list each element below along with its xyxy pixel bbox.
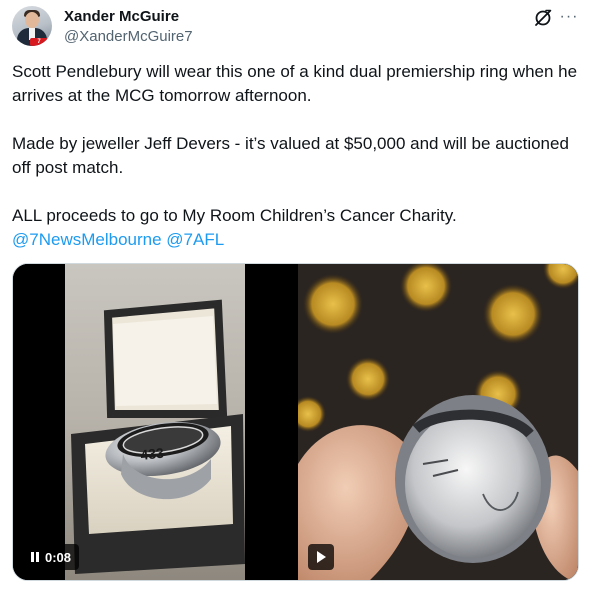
more-icon[interactable]: ··· [559,8,579,28]
tweet-paragraph-3: ALL proceeds to go to My Room Children’s… [12,206,457,225]
grok-icon[interactable] [533,8,553,28]
tweet-mentions: @7NewsMelbourne @7AFL [12,228,580,252]
avatar-badge: 7 [30,38,48,46]
video-timestamp-badge[interactable]: 0:08 [23,544,80,570]
avatar[interactable]: 7 [12,6,52,46]
avatar-face [25,12,39,28]
tweet-paragraph-2: Made by jeweller Jeff Devers - it’s valu… [12,134,569,177]
media-grid: 433 0:08 [12,263,579,581]
video-player-ring-hand[interactable] [298,264,578,580]
tweet-paragraph-1: Scott Pendlebury will wear this one of a… [12,62,578,105]
pause-icon[interactable] [31,550,39,565]
tweet-text: Scott Pendlebury will wear this one of a… [12,60,580,252]
mention-7afl[interactable]: @7AFL [166,230,224,249]
mention-7newsmelbourne[interactable]: @7NewsMelbourne [12,230,162,249]
video-player-ring-box[interactable]: 433 0:08 [13,264,296,580]
author-display-name[interactable]: Xander McGuire [64,8,179,25]
tweet-header: 7 Xander McGuire @XanderMcGuire7 ··· [12,6,579,50]
ring-number-text: 433 [140,445,165,463]
author-handle[interactable]: @XanderMcGuire7 [64,28,193,45]
video-duration: 0:08 [45,549,72,565]
play-icon[interactable] [308,544,334,570]
